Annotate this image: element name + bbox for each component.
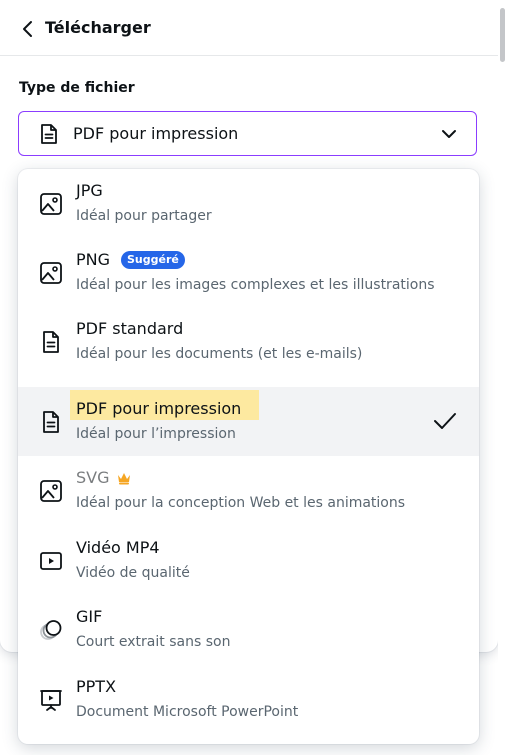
option-png[interactable]: PNG Suggéré Idéal pour les images comple… [18,238,479,307]
suggested-badge: Suggéré [121,251,185,269]
page-title: Télécharger [45,18,151,37]
gif-icon [40,620,62,640]
option-title: JPG [76,181,103,200]
image-icon [40,480,62,502]
option-description: Court extrait sans son [76,634,231,650]
file-type-label: Type de fichier [19,80,135,96]
image-icon [40,193,62,215]
panel-header: Télécharger [0,0,498,56]
option-title: PDF standard [76,319,184,338]
file-type-dropdown: JPG Idéal pour partager PNG Suggéré Idéa… [18,169,479,744]
option-description: Idéal pour les documents (et les e-mails… [76,346,363,362]
document-icon [43,411,59,433]
option-description: Idéal pour l’impression [76,426,236,442]
option-title: SVG [76,468,110,487]
option-mp4[interactable]: Vidéo MP4 Vidéo de qualité [18,526,479,595]
option-gif[interactable]: GIF Court extrait sans son [18,595,479,664]
option-title: PDF pour impression [76,399,242,418]
scrollbar[interactable] [498,0,507,755]
option-title: Vidéo MP4 [76,538,160,557]
option-pptx[interactable]: PPTX Document Microsoft PowerPoint [18,665,479,734]
option-title: PNG [76,250,111,269]
video-icon [40,552,62,570]
crown-icon [118,473,130,485]
option-jpg[interactable]: JPG Idéal pour partager [18,169,479,238]
option-description: Idéal pour les images complexes et les i… [76,277,435,293]
option-description: Document Microsoft PowerPoint [76,704,299,720]
chevron-down-icon [442,130,456,138]
file-type-select[interactable]: PDF pour impression [18,111,477,156]
chevron-left-icon[interactable] [20,20,36,38]
image-icon [40,262,62,284]
option-pdf-print[interactable]: PDF pour impression Idéal pour l’impress… [18,387,479,456]
scrollbar-thumb[interactable] [500,8,505,62]
option-title: PPTX [76,677,117,696]
document-icon [41,124,57,144]
option-title: GIF [76,607,103,626]
checkmark-icon [434,413,456,429]
presentation-icon [40,690,62,711]
option-description: Idéal pour partager [76,208,212,224]
option-pdf-standard[interactable]: PDF standard Idéal pour les documents (e… [18,307,479,376]
option-description: Idéal pour la conception Web et les anim… [76,495,406,511]
option-description: Vidéo de qualité [76,565,190,581]
document-icon [43,331,59,353]
option-svg[interactable]: SVG Idéal pour la conception Web et les … [18,456,479,525]
file-type-value: PDF pour impression [73,124,239,143]
